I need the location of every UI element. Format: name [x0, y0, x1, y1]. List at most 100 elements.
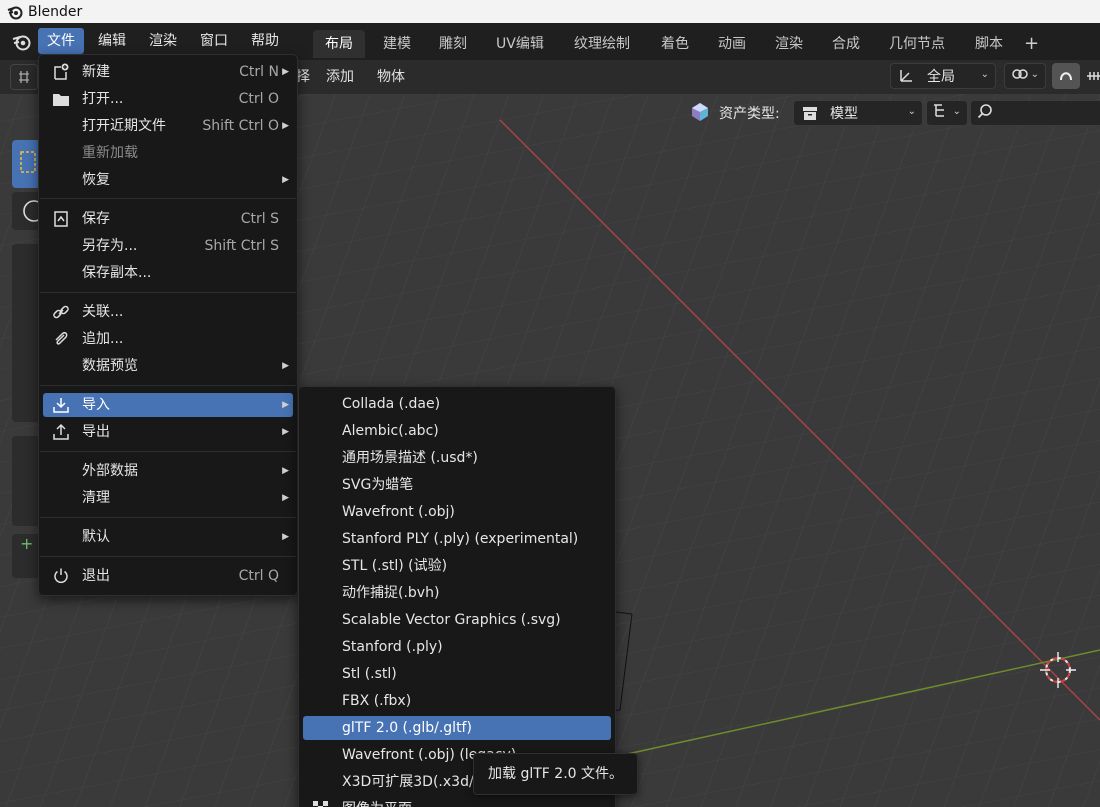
menu-file[interactable]: 文件	[38, 28, 84, 54]
menu-window[interactable]: 窗口	[191, 28, 237, 54]
menu-item-append[interactable]: 追加...	[43, 327, 293, 351]
plus-icon: +	[20, 534, 34, 553]
import-gltf-tooltip: 加载 glTF 2.0 文件。	[473, 753, 638, 795]
tool-cursor[interactable]	[12, 192, 45, 230]
chevron-right-icon: ▶	[282, 121, 289, 131]
blender-menu-icon[interactable]	[8, 29, 36, 55]
import-collada[interactable]: Collada (.dae)	[303, 392, 611, 416]
menu-item-new[interactable]: 新建 Ctrl N ▶	[43, 60, 293, 84]
snap-toggle-icon[interactable]	[1052, 63, 1080, 89]
editor-type-icon[interactable]	[10, 64, 38, 90]
import-icon	[51, 395, 71, 415]
menu-item-external-data[interactable]: 外部数据 ▶	[43, 459, 293, 483]
transform-orientation-dropdown[interactable]: 全局 ⌄	[890, 63, 996, 89]
hierarchy-icon	[932, 103, 950, 123]
import-stl[interactable]: Stl (.stl)	[303, 662, 611, 686]
tab-layout[interactable]: 布局	[313, 30, 365, 58]
asset-library-icon	[690, 102, 710, 122]
tab-compositing[interactable]: 合成	[820, 30, 872, 58]
import-svg-grease-pencil[interactable]: SVG为蜡笔	[303, 473, 611, 497]
tab-uv-editing[interactable]: UV编辑	[484, 30, 556, 58]
checker-icon	[311, 799, 331, 807]
import-svg[interactable]: Scalable Vector Graphics (.svg)	[303, 608, 611, 632]
search-icon	[977, 103, 993, 123]
import-stl-experimental[interactable]: STL (.stl) (试验)	[303, 554, 611, 578]
menu-item-data-previews[interactable]: 数据预览 ▶	[43, 354, 293, 378]
menu-item-clean-up[interactable]: 清理 ▶	[43, 486, 293, 510]
orientation-axes-icon	[897, 67, 919, 85]
add-workspace-icon[interactable]: +	[1024, 30, 1039, 58]
pivot-point-dropdown[interactable]: ⌄	[1004, 63, 1046, 89]
chevron-right-icon: ▶	[282, 466, 289, 476]
import-fbx[interactable]: FBX (.fbx)	[303, 689, 611, 713]
menu-item-quit[interactable]: 退出 Ctrl Q	[43, 564, 293, 588]
chevron-down-icon: ⌄	[952, 106, 961, 117]
blender-logo-icon	[4, 1, 26, 23]
menu-item-link[interactable]: 关联...	[43, 300, 293, 324]
power-icon	[51, 566, 71, 586]
tab-geometry-nodes[interactable]: 几何节点	[877, 30, 957, 58]
chevron-right-icon: ▶	[282, 532, 289, 542]
chevron-down-icon: ⌄	[907, 106, 916, 117]
menu-separator	[40, 556, 296, 557]
menu-item-import[interactable]: 导入 ▶	[43, 393, 293, 417]
menu-item-save-copy[interactable]: 保存副本...	[43, 261, 293, 285]
menu-item-recover[interactable]: 恢复 ▶	[43, 168, 293, 192]
snap-target-icon[interactable]	[1080, 63, 1100, 89]
file-menu: 新建 Ctrl N ▶ 打开... Ctrl O 打开近期文件 Shift Ct…	[38, 54, 298, 596]
menu-edit[interactable]: 编辑	[89, 28, 135, 54]
menu-item-defaults[interactable]: 默认 ▶	[43, 525, 293, 549]
import-gltf[interactable]: glTF 2.0 (.glb/.gltf)	[303, 716, 611, 740]
menu-render[interactable]: 渲染	[140, 28, 186, 54]
paperclip-icon	[51, 329, 71, 349]
menu-item-open-recent[interactable]: 打开近期文件 Shift Ctrl O ▶	[43, 114, 293, 138]
link-icon	[51, 302, 71, 322]
select-menu-partial[interactable]: 择	[296, 65, 310, 89]
import-images-as-planes[interactable]: 图像为平面	[303, 797, 611, 807]
menu-item-save[interactable]: 保存 Ctrl S	[43, 207, 293, 231]
menu-separator	[40, 451, 296, 452]
add-cube-tool[interactable]: +	[12, 534, 40, 578]
import-wavefront-obj[interactable]: Wavefront (.obj)	[303, 500, 611, 524]
asset-type-label: 资产类型:	[719, 106, 780, 122]
link-chain-icon	[1011, 65, 1029, 87]
import-alembic[interactable]: Alembic(.abc)	[303, 419, 611, 443]
object-menu[interactable]: 物体	[377, 65, 405, 89]
import-submenu: Collada (.dae) Alembic(.abc) 通用场景描述 (.us…	[298, 386, 616, 807]
import-bvh[interactable]: 动作捕捉(.bvh)	[303, 581, 611, 605]
menu-item-open[interactable]: 打开... Ctrl O	[43, 87, 293, 111]
window-title: Blender	[28, 3, 83, 20]
archive-box-icon	[802, 105, 818, 121]
asset-type-dropdown[interactable]: 模型 ⌄	[793, 100, 923, 126]
menu-separator	[40, 198, 296, 199]
menu-separator	[40, 292, 296, 293]
import-stanford-ply[interactable]: Stanford (.ply)	[303, 635, 611, 659]
menu-help[interactable]: 帮助	[242, 28, 288, 54]
tab-texture-paint[interactable]: 纹理绘制	[562, 30, 642, 58]
export-icon	[51, 422, 71, 442]
save-icon	[51, 209, 71, 229]
import-stanford-ply-experimental[interactable]: Stanford PLY (.ply) (experimental)	[303, 527, 611, 551]
3d-cursor-icon	[1040, 652, 1076, 688]
menu-item-export[interactable]: 导出 ▶	[43, 420, 293, 444]
tab-sculpting[interactable]: 雕刻	[427, 30, 479, 58]
chevron-right-icon: ▶	[282, 493, 289, 503]
tab-scripting[interactable]: 脚本	[963, 30, 1015, 58]
chevron-right-icon: ▶	[282, 400, 289, 410]
menu-item-save-as[interactable]: 另存为... Shift Ctrl S	[43, 234, 293, 258]
add-menu[interactable]: 添加	[326, 65, 354, 89]
transform-tools-group[interactable]	[12, 244, 40, 422]
tab-shading[interactable]: 着色	[649, 30, 701, 58]
new-file-icon	[51, 62, 71, 82]
hierarchy-view-dropdown[interactable]: ⌄	[926, 100, 968, 126]
tab-animation[interactable]: 动画	[706, 30, 758, 58]
import-usd[interactable]: 通用场景描述 (.usd*)	[303, 446, 611, 470]
annotate-tools-group[interactable]	[12, 436, 40, 526]
asset-search-input[interactable]	[970, 100, 1100, 126]
tool-select-box[interactable]	[12, 140, 40, 188]
tab-rendering[interactable]: 渲染	[763, 30, 815, 58]
chevron-right-icon: ▶	[282, 361, 289, 371]
menu-separator	[40, 517, 296, 518]
folder-icon	[51, 89, 71, 109]
tab-modeling[interactable]: 建模	[371, 30, 423, 58]
